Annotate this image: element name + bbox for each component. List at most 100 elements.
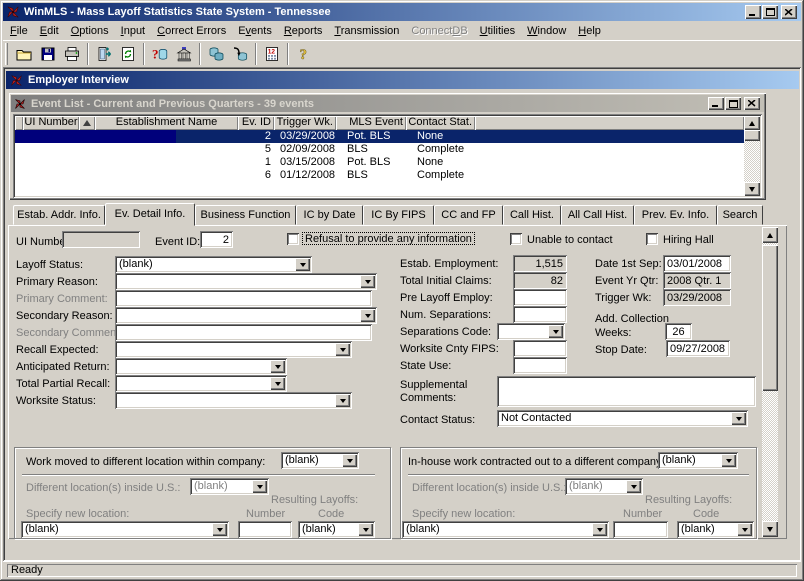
new-location-combobox[interactable]: (blank) bbox=[402, 521, 609, 538]
dropdown-arrow-button[interactable] bbox=[342, 454, 357, 467]
dropdown-arrow-button[interactable] bbox=[548, 325, 563, 338]
minimize-button[interactable] bbox=[745, 5, 761, 19]
dropdown-arrow-button[interactable] bbox=[360, 309, 375, 322]
resulting-layoffs-code-combobox[interactable]: (blank) bbox=[677, 521, 754, 538]
bank-button[interactable] bbox=[172, 43, 196, 65]
resulting-layoffs-number-field[interactable] bbox=[613, 521, 668, 538]
tab-business-function[interactable]: Business Function bbox=[195, 205, 296, 225]
open-button[interactable] bbox=[12, 43, 36, 65]
database-transfer-button[interactable] bbox=[228, 43, 252, 65]
menu-item-correct-errors[interactable]: Correct Errors bbox=[151, 23, 232, 39]
column-header-establishment-name[interactable]: Establishment Name bbox=[95, 116, 238, 130]
secondary-reason-combobox[interactable] bbox=[115, 307, 377, 324]
dropdown-arrow-button[interactable] bbox=[592, 523, 607, 536]
menu-item-edit[interactable]: Edit bbox=[34, 23, 65, 39]
dropdown-arrow-button[interactable] bbox=[737, 523, 752, 536]
column-header-contact-stat[interactable]: Contact Stat. bbox=[406, 116, 475, 130]
calculator-button[interactable]: 12 bbox=[260, 43, 284, 65]
save-button[interactable] bbox=[36, 43, 60, 65]
maximize-button[interactable] bbox=[762, 5, 778, 19]
scroll-down-button[interactable] bbox=[744, 182, 760, 196]
event-id-field[interactable] bbox=[200, 231, 233, 248]
menu-item-transmission[interactable]: Transmission bbox=[328, 23, 405, 39]
total-initial-claims-field[interactable] bbox=[513, 272, 567, 289]
date-1st-sep-field[interactable] bbox=[663, 255, 731, 272]
menu-item-events[interactable]: Events bbox=[232, 23, 278, 39]
resulting-layoffs-number-field[interactable] bbox=[238, 521, 292, 538]
dropdown-arrow-button[interactable] bbox=[731, 412, 746, 425]
column-header-ev-id[interactable]: Ev. ID bbox=[238, 116, 274, 130]
inhouse-work-combobox[interactable]: (blank) bbox=[658, 452, 738, 469]
state-use-field[interactable] bbox=[513, 357, 567, 374]
menu-item-utilities[interactable]: Utilities bbox=[474, 23, 521, 39]
scroll-up-button[interactable] bbox=[762, 227, 778, 243]
menu-item-reports[interactable]: Reports bbox=[278, 23, 329, 39]
tab-cc-and-fp[interactable]: CC and FP bbox=[434, 205, 503, 225]
table-row[interactable]: 1 03/15/2008 Pot. BLS None bbox=[15, 156, 744, 169]
unable-to-contact-checkbox[interactable] bbox=[510, 233, 522, 245]
query-button[interactable]: ? bbox=[148, 43, 172, 65]
dropdown-arrow-button[interactable] bbox=[212, 523, 227, 536]
dropdown-arrow-button[interactable] bbox=[335, 394, 350, 407]
tab-all-call-hist[interactable]: All Call Hist. bbox=[561, 205, 634, 225]
scroll-up-button[interactable] bbox=[744, 116, 760, 130]
column-header-sort[interactable] bbox=[79, 116, 95, 130]
contact-status-combobox[interactable]: Not Contacted bbox=[497, 410, 748, 427]
dropdown-arrow-button[interactable] bbox=[270, 377, 285, 390]
refusal-checkbox[interactable] bbox=[287, 233, 299, 245]
menu-item-help[interactable]: Help bbox=[572, 23, 607, 39]
work-moved-combobox[interactable]: (blank) bbox=[281, 452, 359, 469]
table-row[interactable]: 5 02/09/2008 BLS Complete bbox=[15, 143, 744, 156]
scroll-down-button[interactable] bbox=[762, 521, 778, 537]
dropdown-arrow-button[interactable] bbox=[721, 454, 736, 467]
hiring-hall-checkbox[interactable] bbox=[646, 233, 658, 245]
column-header-mls-event[interactable]: MLS Event bbox=[336, 116, 406, 130]
help-button[interactable]: ? bbox=[292, 43, 316, 65]
separations-code-combobox[interactable] bbox=[497, 323, 565, 340]
menu-item-file[interactable]: File bbox=[4, 23, 34, 39]
num-separations-field[interactable] bbox=[513, 306, 567, 323]
toolbar-grip[interactable] bbox=[5, 43, 8, 65]
refusal-label[interactable]: Refusal to provide any information bbox=[302, 232, 475, 245]
stop-date-field[interactable] bbox=[666, 340, 730, 357]
tab-ic-by-date[interactable]: IC by Date bbox=[296, 205, 363, 225]
event-list-scrollbar[interactable] bbox=[744, 116, 760, 196]
primary-comment-field[interactable] bbox=[115, 290, 372, 307]
maximize-button[interactable] bbox=[725, 97, 741, 110]
scroll-thumb[interactable] bbox=[744, 130, 760, 141]
table-row[interactable]: 6 01/12/2008 BLS Complete bbox=[15, 169, 744, 182]
different-location-combobox[interactable]: (blank) bbox=[190, 478, 269, 495]
menu-item-options[interactable]: Options bbox=[65, 23, 115, 39]
print-button[interactable] bbox=[60, 43, 84, 65]
tab-search[interactable]: Search bbox=[717, 205, 763, 225]
minimize-button[interactable] bbox=[708, 97, 724, 110]
worksite-cnty-fips-field[interactable] bbox=[513, 340, 567, 357]
resulting-layoffs-code-combobox[interactable]: (blank) bbox=[298, 521, 375, 538]
dropdown-arrow-button[interactable] bbox=[335, 343, 350, 356]
exit-button[interactable] bbox=[92, 43, 116, 65]
menu-item-window[interactable]: Window bbox=[521, 23, 572, 39]
dropdown-arrow-button[interactable] bbox=[360, 275, 375, 288]
dropdown-arrow-button[interactable] bbox=[358, 523, 373, 536]
column-header-ui-number[interactable]: UI Number bbox=[23, 116, 79, 130]
pre-layoff-employ-field[interactable] bbox=[513, 289, 567, 306]
tab-estab-addr-info[interactable]: Estab. Addr. Info. bbox=[13, 205, 105, 225]
tab-prev-ev-info[interactable]: Prev. Ev. Info. bbox=[634, 205, 717, 225]
weeks-field[interactable] bbox=[665, 323, 692, 340]
dropdown-arrow-button[interactable] bbox=[626, 480, 641, 493]
secondary-comment-field[interactable] bbox=[115, 324, 372, 341]
ui-number-field[interactable] bbox=[62, 231, 140, 248]
layoff-status-combobox[interactable]: (blank) bbox=[115, 256, 312, 273]
dropdown-arrow-button[interactable] bbox=[295, 258, 310, 271]
worksite-status-combobox[interactable] bbox=[115, 392, 352, 409]
tab-ic-by-fips[interactable]: IC By FIPS bbox=[363, 205, 434, 225]
new-location-combobox[interactable]: (blank) bbox=[21, 521, 229, 538]
supplemental-comments-field[interactable] bbox=[497, 376, 756, 407]
event-yr-qtr-field[interactable] bbox=[663, 272, 731, 289]
form-scrollbar[interactable] bbox=[762, 227, 778, 537]
close-button[interactable] bbox=[744, 97, 760, 110]
table-row[interactable]: 2 03/29/2008 Pot. BLS None bbox=[15, 130, 744, 143]
scroll-thumb[interactable] bbox=[762, 245, 778, 391]
different-location-combobox[interactable]: (blank) bbox=[565, 478, 643, 495]
recall-expected-combobox[interactable] bbox=[115, 341, 352, 358]
